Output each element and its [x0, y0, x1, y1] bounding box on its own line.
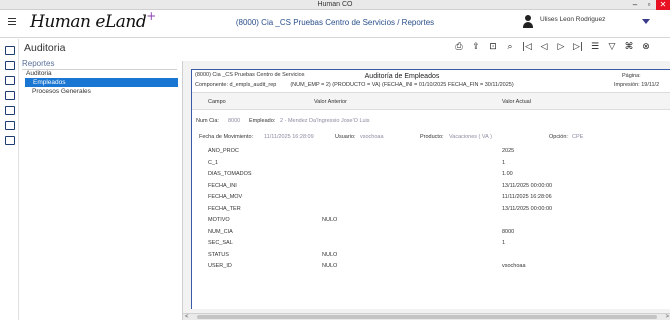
row-campo: USER_ID: [208, 263, 232, 269]
opcion-label: Opción:: [549, 134, 568, 140]
row-actual: vsochoaa: [502, 263, 526, 269]
minimize-button[interactable]: –: [628, 0, 642, 10]
empleado-label: Empleado:: [249, 118, 276, 124]
row-actual: 8000: [502, 228, 515, 235]
report-params: (NUM_EMP = 2) (PRODUCTO = VA) (FECHA_INI…: [290, 82, 514, 88]
row-actual: 13/11/2025 00:00:00: [502, 182, 553, 189]
report-tree: Reportes Auditoria Empleados Procesos Ge…: [19, 57, 179, 320]
empleado-value: 2 - Mendez Da'Ingressio Jose'O Luis: [280, 118, 370, 124]
row-actual: 13/11/2025 00:00:00: [502, 205, 553, 212]
close-circle-icon[interactable]: ⊗: [640, 42, 652, 53]
num-cia-label: Num Cia:: [196, 118, 219, 124]
row-campo: MOTIVO: [208, 217, 230, 223]
briefcase-icon[interactable]: [5, 106, 15, 115]
book-icon[interactable]: [5, 61, 15, 70]
zoom-icon[interactable]: ⌕: [504, 42, 516, 53]
num-cia-value: 8000: [228, 118, 241, 124]
tree-group-auditoria[interactable]: Auditoria: [26, 70, 52, 77]
row-campo: NUM_CIA: [208, 228, 233, 235]
row-actual: 1: [502, 159, 506, 166]
report-title: Auditoría de Empleados: [364, 73, 440, 80]
window-controls: – ▫ ✕: [628, 0, 670, 10]
export-icon[interactable]: ⇪: [470, 42, 482, 53]
page-toolbar-row: Auditoria ⎙ ⇪ ⊡ ⌕ |◁ ◁ ▷ ▷| ☰ ▽ ⌘ ⊗: [19, 39, 670, 56]
window-title: Human CO: [317, 1, 353, 8]
row-campo: STATUS: [208, 251, 229, 258]
scroll-right-icon[interactable]: >: [665, 314, 669, 320]
row-actual: 2025: [502, 148, 515, 154]
col-campo: Campo: [208, 99, 226, 105]
user-menu[interactable]: Ulises Leon Rodriguez: [522, 14, 662, 32]
row-campo: FECHA_INI: [208, 182, 237, 189]
row-actual: 1: [502, 240, 506, 246]
row-actual: 11/11/2025 16:28:06: [502, 194, 552, 200]
hierarchy-icon[interactable]: ⌘: [623, 42, 635, 53]
report-toolbar: ⎙ ⇪ ⊡ ⌕ |◁ ◁ ▷ ▷| ☰ ▽ ⌘ ⊗: [453, 42, 652, 53]
opcion-value: CPE: [572, 134, 584, 140]
chevron-down-icon[interactable]: [642, 19, 650, 24]
user-avatar-icon: [522, 15, 534, 28]
fecha-mov-label: Fecha de Movimiento:: [199, 134, 254, 140]
last-page-icon[interactable]: ▷|: [572, 42, 584, 53]
col-valor-actual: Valor Actual: [502, 99, 531, 105]
report-page-label: Página:: [622, 73, 641, 79]
producto-label: Producto:: [420, 134, 444, 140]
user-name: Ulises Leon Rodriguez: [540, 16, 606, 23]
left-icon-rail: [0, 39, 19, 320]
row-campo: DIAS_TOMADOS: [208, 171, 252, 177]
printer-icon[interactable]: ⎙: [453, 42, 465, 53]
fecha-mov-value: 11/11/2025 16:28:09: [264, 134, 314, 140]
usuario-label: Usuario:: [335, 134, 356, 140]
report-viewer[interactable]: (8000) Cia _CS Pruebas Centro de Servici…: [182, 61, 670, 320]
tree-item-procesos-generales[interactable]: Procesos Generales: [32, 88, 91, 95]
report-icon[interactable]: [5, 121, 15, 130]
row-campo: FECHA_MOV: [208, 194, 243, 200]
col-valor-anterior: Valor Anterior: [314, 99, 347, 105]
row-campo: FECHA_TER: [208, 205, 241, 212]
scroll-left-icon[interactable]: <: [185, 314, 189, 320]
filter-icon[interactable]: ▽: [606, 42, 618, 53]
row-campo: ANO_PROC: [208, 148, 239, 154]
next-page-icon[interactable]: ▷: [555, 42, 567, 53]
row-actual: 1.00: [502, 171, 513, 177]
row-anterior: NULO: [322, 251, 338, 258]
home-icon[interactable]: [5, 46, 15, 55]
page-view-icon[interactable]: ⊡: [487, 42, 499, 53]
tree-root-reportes[interactable]: Reportes: [22, 59, 54, 68]
horizontal-scrollbar[interactable]: < >: [183, 313, 670, 320]
chart-icon[interactable]: [5, 136, 15, 145]
row-campo: SEC_SAL: [208, 240, 233, 246]
calendar-icon[interactable]: [5, 91, 15, 100]
producto-value: Vacaciones ( VA ): [449, 134, 492, 140]
row-campo: C_1: [208, 159, 219, 166]
list-icon[interactable]: ☰: [589, 42, 601, 53]
page-title: Auditoria: [24, 42, 66, 54]
usuario-value: vsochoaa: [360, 134, 384, 140]
close-button[interactable]: ✕: [656, 0, 670, 10]
report-page: (8000) Cia _CS Pruebas Centro de Servici…: [191, 69, 670, 309]
prev-page-icon[interactable]: ◁: [538, 42, 550, 53]
folder-clock-icon[interactable]: [5, 76, 15, 85]
row-anterior: NULO: [322, 263, 338, 269]
first-page-icon[interactable]: |◁: [521, 42, 533, 53]
window-titlebar: Human CO – ▫ ✕: [0, 0, 670, 10]
maximize-button[interactable]: ▫: [642, 0, 656, 10]
report-print-date: Impresión: 19/11/2: [614, 82, 660, 88]
app-header: Human eLand+ (8000) Cia _CS Pruebas Cent…: [0, 9, 670, 38]
tree-item-empleados[interactable]: Empleados: [25, 78, 178, 87]
row-anterior: NULO: [322, 217, 338, 223]
report-column-header: Campo Valor Anterior Valor Actual: [192, 92, 670, 110]
scrollbar-thumb[interactable]: [197, 315, 657, 319]
